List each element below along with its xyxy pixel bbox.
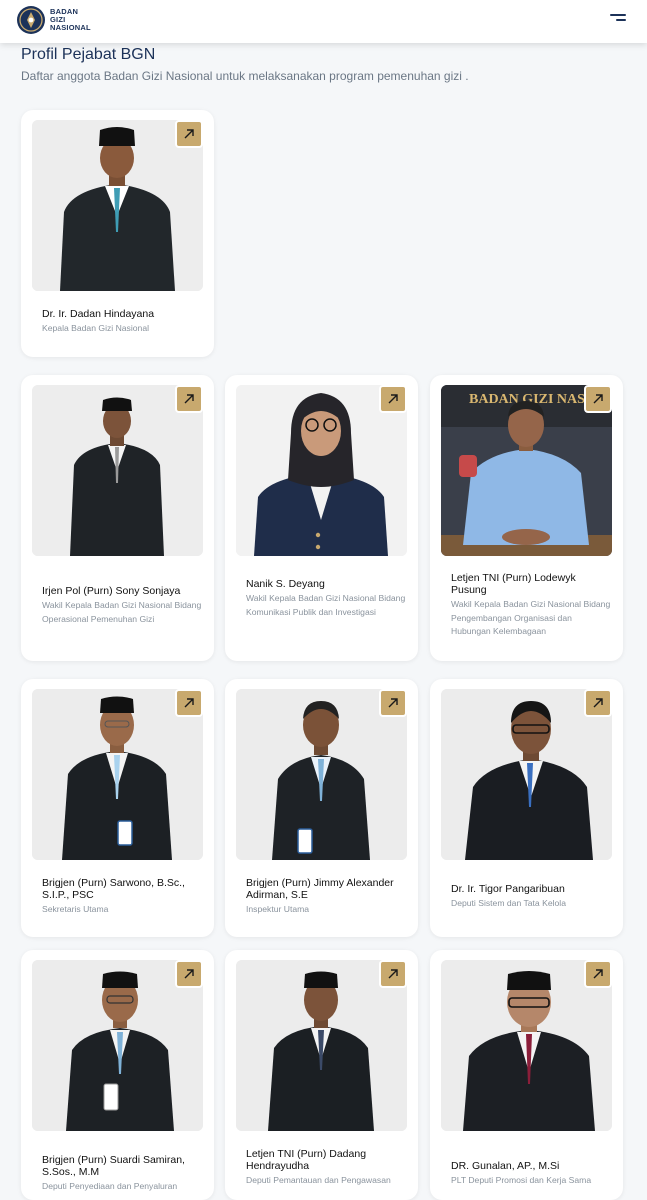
official-position: PLT Deputi Promosi dan Kerja Sama	[451, 1175, 592, 1185]
official-card[interactable]: Irjen Pol (Purn) Sony Sonjaya Wakil Kepa…	[21, 375, 214, 661]
arrow-up-right-icon[interactable]	[379, 689, 407, 717]
official-position: Deputi Pemantauan dan Pengawasan	[246, 1175, 391, 1185]
official-position: Deputi Sistem dan Tata Kelola	[451, 898, 566, 908]
arrow-up-right-icon[interactable]	[584, 385, 612, 413]
arrow-up-right-icon[interactable]	[175, 960, 203, 988]
arrow-up-right-icon[interactable]	[175, 385, 203, 413]
official-card[interactable]: BADAN GIZI NASIO Letjen TNI (Purn) Lodew…	[430, 375, 623, 661]
official-card[interactable]: Brigjen (Purn) Sarwono, B.Sc., S.I.P., P…	[21, 679, 214, 937]
official-card[interactable]: Nanik S. Deyang Wakil Kepala Badan Gizi …	[225, 375, 418, 661]
official-position: Kepala Badan Gizi Nasional	[42, 323, 150, 333]
official-card[interactable]: Brigjen (Purn) Jimmy Alexander Adirman, …	[225, 679, 418, 937]
official-name: Letjen TNI (Purn) Dadang Hendrayudha	[246, 1148, 367, 1172]
page-title: Profil Pejabat BGN	[21, 46, 156, 63]
official-card[interactable]: Dr. Ir. Dadan Hindayana Kepala Badan Giz…	[21, 110, 214, 357]
official-name: Brigjen (Purn) Suardi Samiran, S.Sos., M…	[42, 1154, 185, 1178]
top-navigation-bar: BADAN GIZI NASIONAL	[0, 0, 647, 43]
official-name: Letjen TNI (Purn) Lodewyk Pusung	[451, 572, 576, 596]
official-name: Irjen Pol (Purn) Sony Sonjaya	[42, 585, 181, 597]
official-card[interactable]: DR. Gunalan, AP., M.Si PLT Deputi Promos…	[430, 950, 623, 1200]
official-position: Deputi Penyediaan dan Penyaluran	[42, 1181, 178, 1191]
arrow-up-right-icon[interactable]	[584, 689, 612, 717]
official-position: Sekretaris Utama	[42, 904, 109, 914]
hamburger-menu-icon[interactable]	[608, 12, 628, 26]
official-card[interactable]: Letjen TNI (Purn) Dadang Hendrayudha Dep…	[225, 950, 418, 1200]
bgn-emblem-icon	[17, 6, 45, 34]
official-name: Brigjen (Purn) Sarwono, B.Sc., S.I.P., P…	[42, 877, 185, 901]
arrow-up-right-icon[interactable]	[379, 385, 407, 413]
page-subtitle: Daftar anggota Badan Gizi Nasional untuk…	[21, 69, 469, 83]
arrow-up-right-icon[interactable]	[584, 960, 612, 988]
official-position: Wakil Kepala Badan Gizi Nasional Bidang …	[42, 600, 202, 624]
official-name: Dr. Ir. Dadan Hindayana	[42, 308, 155, 320]
official-name: DR. Gunalan, AP., M.Si	[451, 1160, 560, 1172]
official-card[interactable]: Brigjen (Purn) Suardi Samiran, S.Sos., M…	[21, 950, 214, 1200]
official-position: Inspektur Utama	[246, 904, 310, 914]
official-position: Wakil Kepala Badan Gizi Nasional Bidang …	[451, 599, 611, 636]
logo-wordmark: BADAN GIZI NASIONAL	[50, 7, 91, 32]
official-name: Brigjen (Purn) Jimmy Alexander Adirman, …	[246, 877, 394, 901]
official-card[interactable]: Dr. Ir. Tigor Pangaribuan Deputi Sistem …	[430, 679, 623, 937]
arrow-up-right-icon[interactable]	[379, 960, 407, 988]
arrow-up-right-icon[interactable]	[175, 120, 203, 148]
official-name: Dr. Ir. Tigor Pangaribuan	[451, 883, 565, 895]
arrow-up-right-icon[interactable]	[175, 689, 203, 717]
bgn-logo[interactable]: BADAN GIZI NASIONAL	[16, 5, 91, 35]
official-name: Nanik S. Deyang	[246, 578, 325, 590]
official-position: Wakil Kepala Badan Gizi Nasional Bidang …	[246, 593, 406, 617]
